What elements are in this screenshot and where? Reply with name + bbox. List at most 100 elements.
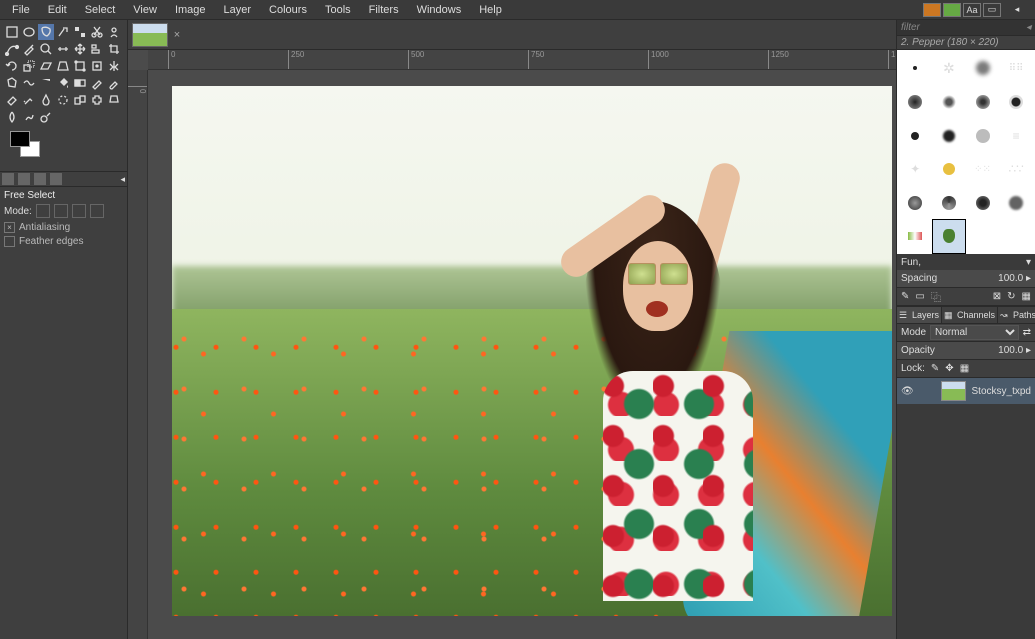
tool-flip[interactable] xyxy=(106,58,122,74)
open-as-image-icon[interactable]: ▦ xyxy=(1022,291,1031,302)
brush-item[interactable] xyxy=(933,186,966,219)
chevron-down-icon[interactable]: ▾ xyxy=(1026,257,1031,268)
tool-shear[interactable] xyxy=(38,58,54,74)
menu-image[interactable]: Image xyxy=(167,2,214,18)
new-brush-icon[interactable]: ▭ xyxy=(915,291,924,302)
spacing-value[interactable]: 100.0 xyxy=(998,273,1023,284)
brush-item[interactable] xyxy=(899,52,932,85)
dock-menu-icon[interactable]: ◂ xyxy=(1009,3,1025,17)
brush-item[interactable] xyxy=(966,52,999,85)
blend-mode-select[interactable]: Normal xyxy=(930,325,1019,340)
tool-text[interactable] xyxy=(38,75,54,91)
tool-crop[interactable] xyxy=(106,41,122,57)
brush-item[interactable]: ✦ xyxy=(899,153,932,186)
menu-edit[interactable]: Edit xyxy=(40,2,75,18)
antialias-checkbox[interactable]: × xyxy=(4,222,15,233)
dock-menu-icon[interactable]: ◂ xyxy=(1026,22,1031,33)
tool-measure[interactable] xyxy=(55,41,71,57)
device-tab-icon[interactable] xyxy=(18,173,30,185)
tool-unified-transform[interactable] xyxy=(72,58,88,74)
tool-move[interactable] xyxy=(72,41,88,57)
brush-category-select[interactable]: Fun, xyxy=(901,257,921,268)
tool-zoom[interactable] xyxy=(38,41,54,57)
brush-item[interactable]: ≡ xyxy=(1000,119,1033,152)
mode-subtract[interactable] xyxy=(72,204,86,218)
edit-brush-icon[interactable]: ✎ xyxy=(901,291,909,302)
image-tab[interactable] xyxy=(132,23,168,47)
delete-brush-icon[interactable]: ⊠ xyxy=(993,291,1001,302)
menu-filters[interactable]: Filters xyxy=(361,2,407,18)
dock-tab-doc[interactable]: ▭ xyxy=(983,3,1001,17)
brush-item[interactable] xyxy=(966,186,999,219)
tool-perspective-clone[interactable] xyxy=(106,92,122,108)
menu-view[interactable]: View xyxy=(125,2,165,18)
brush-item[interactable] xyxy=(899,119,932,152)
tab-close-icon[interactable]: × xyxy=(170,28,184,42)
brush-item[interactable] xyxy=(899,220,932,253)
menu-select[interactable]: Select xyxy=(77,2,124,18)
tool-color-picker[interactable] xyxy=(21,41,37,57)
tool-bucket-fill[interactable] xyxy=(55,75,71,91)
brush-item[interactable] xyxy=(1000,186,1033,219)
tool-free-select[interactable] xyxy=(38,24,54,40)
brush-item[interactable]: ∴∵ xyxy=(1000,153,1033,186)
refresh-brush-icon[interactable]: ↻ xyxy=(1007,291,1015,302)
tool-dodge[interactable] xyxy=(38,109,54,125)
tool-cage[interactable] xyxy=(4,75,20,91)
tool-clone[interactable] xyxy=(72,92,88,108)
duplicate-brush-icon[interactable]: ⿻ xyxy=(931,289,941,304)
brush-item[interactable] xyxy=(899,186,932,219)
spinner-icon[interactable]: ▸ xyxy=(1026,345,1031,356)
brush-item[interactable] xyxy=(1000,86,1033,119)
tool-heal[interactable] xyxy=(89,92,105,108)
history-tab-icon[interactable] xyxy=(34,173,46,185)
spinner-icon[interactable]: ▸ xyxy=(1026,273,1031,284)
tool-ellipse-select[interactable] xyxy=(21,24,37,40)
dock-tab-font[interactable]: Aa xyxy=(963,3,981,17)
horizontal-ruler[interactable]: 0 250 500 750 1000 1250 1500 xyxy=(148,50,896,70)
images-tab-icon[interactable] xyxy=(50,173,62,185)
tooloptions-tab-icon[interactable] xyxy=(2,173,14,185)
menu-help[interactable]: Help xyxy=(471,2,510,18)
tool-handle-transform[interactable] xyxy=(89,58,105,74)
brush-item[interactable] xyxy=(966,86,999,119)
lock-position-icon[interactable]: ✥ xyxy=(945,363,953,374)
brush-item[interactable] xyxy=(899,86,932,119)
menu-windows[interactable]: Windows xyxy=(409,2,470,18)
brush-item[interactable] xyxy=(966,119,999,152)
tool-smudge[interactable] xyxy=(21,109,37,125)
tool-fuzzy-select[interactable] xyxy=(55,24,71,40)
layer-name[interactable]: Stocksy_txpd xyxy=(972,386,1031,397)
mode-switch-icon[interactable]: ⇄ xyxy=(1023,327,1031,338)
dock-tab-orange[interactable] xyxy=(923,3,941,17)
tool-align[interactable] xyxy=(89,41,105,57)
menu-layer[interactable]: Layer xyxy=(216,2,260,18)
lock-pixels-icon[interactable]: ✎ xyxy=(931,363,939,374)
tool-airbrush[interactable] xyxy=(21,92,37,108)
image-canvas[interactable] xyxy=(172,86,892,616)
tab-menu-icon[interactable]: ◂ xyxy=(120,174,125,185)
menu-colours[interactable]: Colours xyxy=(261,2,315,18)
brush-item[interactable]: ✲ xyxy=(933,52,966,85)
brush-item[interactable]: ⁘⁙ xyxy=(966,153,999,186)
foreground-color[interactable] xyxy=(10,131,30,147)
layer-item[interactable]: 👁 Stocksy_txpd xyxy=(897,378,1035,404)
dock-tab-green[interactable] xyxy=(943,3,961,17)
brush-item[interactable] xyxy=(933,153,966,186)
tab-layers[interactable]: ☰Layers xyxy=(897,307,942,323)
tool-perspective[interactable] xyxy=(55,58,71,74)
brush-item[interactable] xyxy=(933,119,966,152)
tool-gradient[interactable] xyxy=(72,75,88,91)
brush-item-pepper[interactable] xyxy=(933,220,966,253)
visibility-eye-icon[interactable]: 👁 xyxy=(901,386,914,397)
tool-rotate[interactable] xyxy=(4,58,20,74)
brush-item[interactable]: ⠿⠿ xyxy=(1000,52,1033,85)
mode-replace[interactable] xyxy=(36,204,50,218)
tool-scissors[interactable] xyxy=(89,24,105,40)
tool-rect-select[interactable] xyxy=(4,24,20,40)
tool-foreground-select[interactable] xyxy=(106,24,122,40)
tool-warp[interactable] xyxy=(21,75,37,91)
layer-thumbnail[interactable] xyxy=(941,381,965,401)
tool-paths[interactable] xyxy=(4,41,20,57)
tool-eraser[interactable] xyxy=(4,92,20,108)
